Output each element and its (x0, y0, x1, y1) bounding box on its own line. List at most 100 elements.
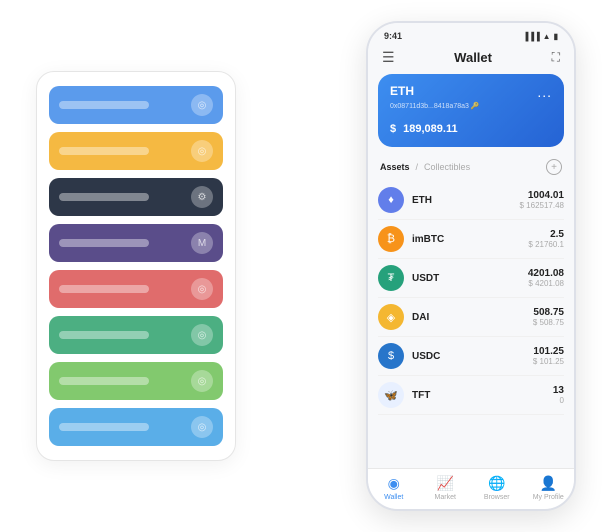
dai-usd: $ 508.75 (533, 318, 564, 327)
asset-row-eth[interactable]: ♦ ETH 1004.01 $ 162517.48 (378, 181, 564, 220)
usdc-amount: 101.25 (533, 346, 564, 357)
nav-browser[interactable]: 🌐 Browser (471, 475, 523, 501)
eth-wallet-card[interactable]: ETH ... 0x08711d3b...8418a78a3 🔑 $ 189,0… (378, 74, 564, 147)
asset-left: ₿ imBTC (378, 226, 444, 252)
list-item[interactable]: ◎ (49, 362, 223, 400)
asset-row-dai[interactable]: ◈ DAI 508.75 $ 508.75 (378, 298, 564, 337)
usdt-amount: 4201.08 (528, 268, 564, 279)
expand-icon[interactable]: ⛶ (552, 50, 560, 65)
bottom-nav: ◉ Wallet 📈 Market 🌐 Browser 👤 My Profile (368, 468, 574, 509)
card-text (59, 285, 149, 293)
dai-asset-icon: ◈ (378, 304, 404, 330)
card-text (59, 331, 149, 339)
card-text (59, 101, 149, 109)
asset-left: ♦ ETH (378, 187, 432, 213)
nav-market[interactable]: 📈 Market (420, 475, 472, 501)
eth-balance: $ 189,089.11 (390, 116, 552, 137)
card-text (59, 147, 149, 155)
usdc-asset-icon: $ (378, 343, 404, 369)
card-icon: M (191, 232, 213, 254)
wifi-icon: ▲ (543, 32, 551, 41)
asset-left: ₮ USDT (378, 265, 439, 291)
list-item[interactable]: ◎ (49, 132, 223, 170)
nav-browser-label: Browser (484, 494, 510, 501)
asset-right: 508.75 $ 508.75 (533, 307, 564, 327)
asset-name-tft: TFT (412, 390, 430, 401)
list-item[interactable]: ◎ (49, 408, 223, 446)
menu-icon[interactable]: ☰ (382, 49, 395, 66)
card-icon: ◎ (191, 370, 213, 392)
tab-separator: / (416, 162, 419, 172)
imbtc-usd: $ 21760.1 (528, 240, 564, 249)
tft-asset-icon: 🦋 (378, 382, 404, 408)
asset-left: $ USDC (378, 343, 440, 369)
asset-row-imbtc[interactable]: ₿ imBTC 2.5 $ 21760.1 (378, 220, 564, 259)
phone-header: ☰ Wallet ⛶ (368, 45, 574, 74)
card-icon: ◎ (191, 140, 213, 162)
assets-header: Assets / Collectibles + (368, 155, 574, 181)
tab-assets[interactable]: Assets (380, 162, 410, 172)
asset-row-usdt[interactable]: ₮ USDT 4201.08 $ 4201.08 (378, 259, 564, 298)
imbtc-amount: 2.5 (528, 229, 564, 240)
currency-prefix: $ (390, 123, 396, 135)
asset-list: ♦ ETH 1004.01 $ 162517.48 ₿ imBTC 2.5 $ … (368, 181, 574, 468)
eth-address: 0x08711d3b...8418a78a3 🔑 (390, 102, 552, 110)
nav-profile[interactable]: 👤 My Profile (523, 475, 575, 501)
phone-frame: 9:41 ▐▐▐ ▲ ▮ ☰ Wallet ⛶ ETH ... 0x08711d… (366, 21, 576, 511)
browser-nav-icon: 🌐 (488, 475, 505, 492)
usdc-usd: $ 101.25 (533, 357, 564, 366)
asset-tabs: Assets / Collectibles (380, 162, 470, 172)
list-item[interactable]: ◎ (49, 316, 223, 354)
asset-row-tft[interactable]: 🦋 TFT 13 0 (378, 376, 564, 415)
asset-right: 101.25 $ 101.25 (533, 346, 564, 366)
asset-name-imbtc: imBTC (412, 234, 444, 245)
nav-wallet[interactable]: ◉ Wallet (368, 475, 420, 501)
nav-wallet-label: Wallet (384, 494, 403, 501)
asset-row-usdc[interactable]: $ USDC 101.25 $ 101.25 (378, 337, 564, 376)
card-icon: ◎ (191, 94, 213, 116)
status-bar: 9:41 ▐▐▐ ▲ ▮ (368, 23, 574, 45)
card-text (59, 423, 149, 431)
asset-name-eth: ETH (412, 195, 432, 206)
battery-icon: ▮ (554, 32, 558, 41)
asset-left: ◈ DAI (378, 304, 429, 330)
eth-amount: 1004.01 (520, 190, 565, 201)
more-options-icon[interactable]: ... (537, 84, 552, 100)
page-title: Wallet (454, 50, 492, 65)
tft-usd: 0 (553, 396, 564, 405)
asset-right: 1004.01 $ 162517.48 (520, 190, 565, 210)
card-icon: ◎ (191, 324, 213, 346)
eth-usd: $ 162517.48 (520, 201, 565, 210)
tab-collectibles[interactable]: Collectibles (424, 162, 470, 172)
nav-profile-label: My Profile (533, 494, 564, 501)
list-item[interactable]: M (49, 224, 223, 262)
card-text (59, 377, 149, 385)
card-icon: ◎ (191, 278, 213, 300)
asset-left: 🦋 TFT (378, 382, 430, 408)
status-time: 9:41 (384, 31, 402, 41)
tft-amount: 13 (553, 385, 564, 396)
list-item[interactable]: ⚙ (49, 178, 223, 216)
market-nav-icon: 📈 (437, 475, 454, 492)
asset-right: 4201.08 $ 4201.08 (528, 268, 564, 288)
card-icon: ◎ (191, 416, 213, 438)
card-icon: ⚙ (191, 186, 213, 208)
card-stack: ◎ ◎ ⚙ M ◎ ◎ ◎ ◎ (36, 71, 236, 461)
asset-name-usdt: USDT (412, 273, 439, 284)
dai-amount: 508.75 (533, 307, 564, 318)
asset-name-usdc: USDC (412, 351, 440, 362)
balance-amount: 189,089.11 (403, 123, 457, 135)
list-item[interactable]: ◎ (49, 270, 223, 308)
status-icons: ▐▐▐ ▲ ▮ (523, 32, 558, 41)
scene: ◎ ◎ ⚙ M ◎ ◎ ◎ ◎ (16, 11, 586, 521)
list-item[interactable]: ◎ (49, 86, 223, 124)
add-asset-button[interactable]: + (546, 159, 562, 175)
imbtc-asset-icon: ₿ (378, 226, 404, 252)
eth-asset-icon: ♦ (378, 187, 404, 213)
wallet-nav-icon: ◉ (388, 475, 400, 492)
card-text (59, 193, 149, 201)
asset-name-dai: DAI (412, 312, 429, 323)
asset-right: 2.5 $ 21760.1 (528, 229, 564, 249)
usdt-usd: $ 4201.08 (528, 279, 564, 288)
usdt-asset-icon: ₮ (378, 265, 404, 291)
